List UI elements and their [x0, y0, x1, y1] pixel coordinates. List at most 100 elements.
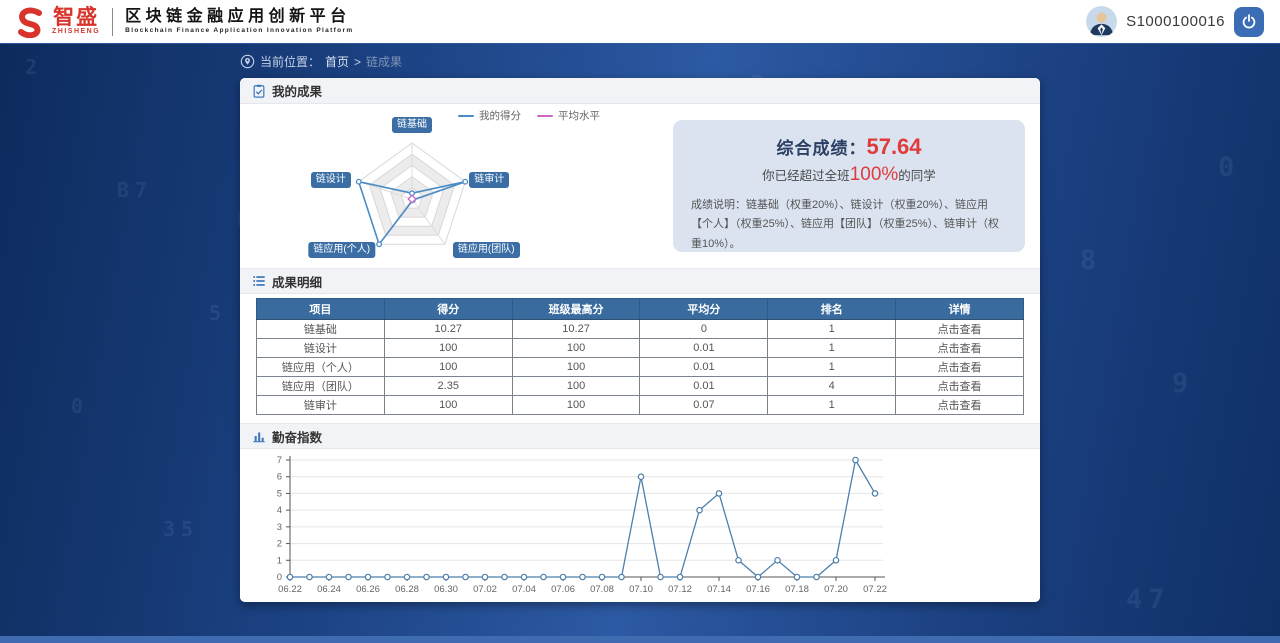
- bar-chart-icon: [252, 429, 266, 443]
- svg-text:06.24: 06.24: [317, 584, 341, 595]
- brand-name-en: ZHISHENG: [52, 28, 100, 36]
- power-icon: [1241, 14, 1257, 30]
- col-header: 班级最高分: [512, 299, 640, 320]
- table-cell: 100: [512, 377, 640, 396]
- svg-text:07.16: 07.16: [746, 584, 770, 595]
- brand-s-icon: [14, 6, 46, 38]
- table-row: 链应用（个人）1001000.011点击查看: [257, 358, 1024, 377]
- svg-text:07.02: 07.02: [473, 584, 497, 595]
- svg-text:07.04: 07.04: [512, 584, 536, 595]
- table-cell: 链应用（团队）: [257, 377, 385, 396]
- table-cell: 0.01: [640, 339, 768, 358]
- radar-axis-label: 链基础: [392, 117, 432, 133]
- table-cell: 10.27: [384, 320, 512, 339]
- table-cell: 链应用（个人）: [257, 358, 385, 377]
- page: 260452A7C8014B852647B773DE935862F05B 智盛 …: [0, 0, 1280, 643]
- diligence-chart-wrap: 0123456706.2206.2406.2606.2806.3007.0207…: [240, 449, 1040, 602]
- results-table: 项目 得分 班级最高分 平均分 排名 详情 链基础10.2710.2701点击查…: [256, 298, 1024, 415]
- detail-view-link[interactable]: 点击查看: [896, 320, 1024, 339]
- logo: 智盛 ZHISHENG 区块链金融应用创新平台 Blockchain Finan…: [14, 0, 354, 43]
- svg-text:0: 0: [277, 572, 282, 583]
- svg-text:4: 4: [277, 505, 282, 516]
- breadcrumb-current: 链成果: [366, 53, 402, 70]
- col-header: 平均分: [640, 299, 768, 320]
- table-row: 链基础10.2710.2701点击查看: [257, 320, 1024, 339]
- table-cell: 100: [384, 339, 512, 358]
- table-cell: 0: [640, 320, 768, 339]
- breadcrumb-home-link[interactable]: 首页: [325, 53, 349, 70]
- surpass-prefix: 你已经超过全班: [762, 169, 850, 183]
- svg-text:3: 3: [277, 522, 282, 533]
- detail-view-link[interactable]: 点击查看: [896, 358, 1024, 377]
- logout-button[interactable]: [1234, 7, 1264, 37]
- diligence-line-chart: 0123456706.2206.2406.2606.2806.3007.0207…: [255, 451, 1025, 601]
- logo-divider: [112, 8, 113, 36]
- results-table-body: 链基础10.2710.2701点击查看链设计1001000.011点击查看链应用…: [257, 320, 1024, 415]
- radar-axis-label: 链设计: [311, 172, 351, 188]
- table-cell: 1: [768, 320, 896, 339]
- table-cell: 1: [768, 358, 896, 377]
- table-cell: 链审计: [257, 396, 385, 415]
- content-card: 我的成果 我的得分 平均水平 链基础链审计链应用(团队)链应用(个人)链设计 综…: [240, 78, 1040, 602]
- svg-text:07.18: 07.18: [785, 584, 809, 595]
- footer-bar: [0, 636, 1280, 643]
- svg-text:07.08: 07.08: [590, 584, 614, 595]
- table-cell: 1: [768, 339, 896, 358]
- brand-name: 智盛: [53, 7, 99, 28]
- svg-text:07.14: 07.14: [707, 584, 731, 595]
- table-header-row: 项目 得分 班级最高分 平均分 排名 详情: [257, 299, 1024, 320]
- user-avatar[interactable]: [1086, 6, 1117, 37]
- svg-text:07.20: 07.20: [824, 584, 848, 595]
- table-cell: 100: [512, 358, 640, 377]
- table-cell: 1: [768, 396, 896, 415]
- table-cell: 0.01: [640, 358, 768, 377]
- svg-text:7: 7: [277, 455, 282, 466]
- breadcrumb-separator: >: [354, 55, 361, 69]
- radar-axis-label: 链审计: [469, 172, 509, 188]
- table-row: 链应用（团队）2.351000.014点击查看: [257, 377, 1024, 396]
- radar-axis-label: 链应用(团队): [453, 242, 520, 258]
- section-title-diligence: 勤奋指数: [240, 423, 1040, 449]
- user-area: S1000100016: [1086, 6, 1264, 37]
- score-explanation: 成绩说明：链基础（权重20%）、链设计（权重20%）、链应用【个人】（权重25%…: [691, 196, 1007, 254]
- detail-view-link[interactable]: 点击查看: [896, 377, 1024, 396]
- list-icon: [252, 274, 266, 288]
- table-cell: 2.35: [384, 377, 512, 396]
- section-title-text: 我的成果: [272, 81, 322, 100]
- table-cell: 100: [384, 396, 512, 415]
- section-title-text: 成果明细: [272, 272, 322, 291]
- table-cell: 4: [768, 377, 896, 396]
- detail-view-link[interactable]: 点击查看: [896, 339, 1024, 358]
- svg-text:07.06: 07.06: [551, 584, 575, 595]
- breadcrumb-label: 当前位置：: [260, 53, 320, 70]
- svg-text:6: 6: [277, 472, 282, 483]
- table-cell: 10.27: [512, 320, 640, 339]
- surpass-percent: 100%: [850, 164, 899, 185]
- svg-text:07.10: 07.10: [629, 584, 653, 595]
- table-cell: 0.07: [640, 396, 768, 415]
- section-title-details: 成果明细: [240, 268, 1040, 294]
- col-header: 详情: [896, 299, 1024, 320]
- table-row: 链审计1001000.071点击查看: [257, 396, 1024, 415]
- section-title-achievements: 我的成果: [240, 78, 1040, 104]
- table-cell: 0.01: [640, 377, 768, 396]
- col-header: 得分: [384, 299, 512, 320]
- platform-title-en: Blockchain Finance Application Innovatio…: [125, 26, 353, 35]
- user-id: S1000100016: [1126, 13, 1225, 30]
- svg-text:06.28: 06.28: [395, 584, 419, 595]
- table-row: 链设计1001000.011点击查看: [257, 339, 1024, 358]
- results-table-wrap: 项目 得分 班级最高分 平均分 排名 详情 链基础10.2710.2701点击查…: [240, 294, 1040, 423]
- radar-axis-label: 链应用(个人): [308, 242, 375, 258]
- svg-text:5: 5: [277, 488, 282, 499]
- svg-text:07.12: 07.12: [668, 584, 692, 595]
- svg-text:07.22: 07.22: [863, 584, 887, 595]
- detail-view-link[interactable]: 点击查看: [896, 396, 1024, 415]
- composite-score-label: 综合成绩：: [776, 139, 866, 158]
- table-cell: 100: [384, 358, 512, 377]
- svg-text:1: 1: [277, 555, 282, 566]
- achievements-body: 我的得分 平均水平 链基础链审计链应用(团队)链应用(个人)链设计 综合成绩：5…: [240, 104, 1040, 268]
- svg-text:06.26: 06.26: [356, 584, 380, 595]
- table-cell: 100: [512, 396, 640, 415]
- table-cell: 100: [512, 339, 640, 358]
- table-cell: 链设计: [257, 339, 385, 358]
